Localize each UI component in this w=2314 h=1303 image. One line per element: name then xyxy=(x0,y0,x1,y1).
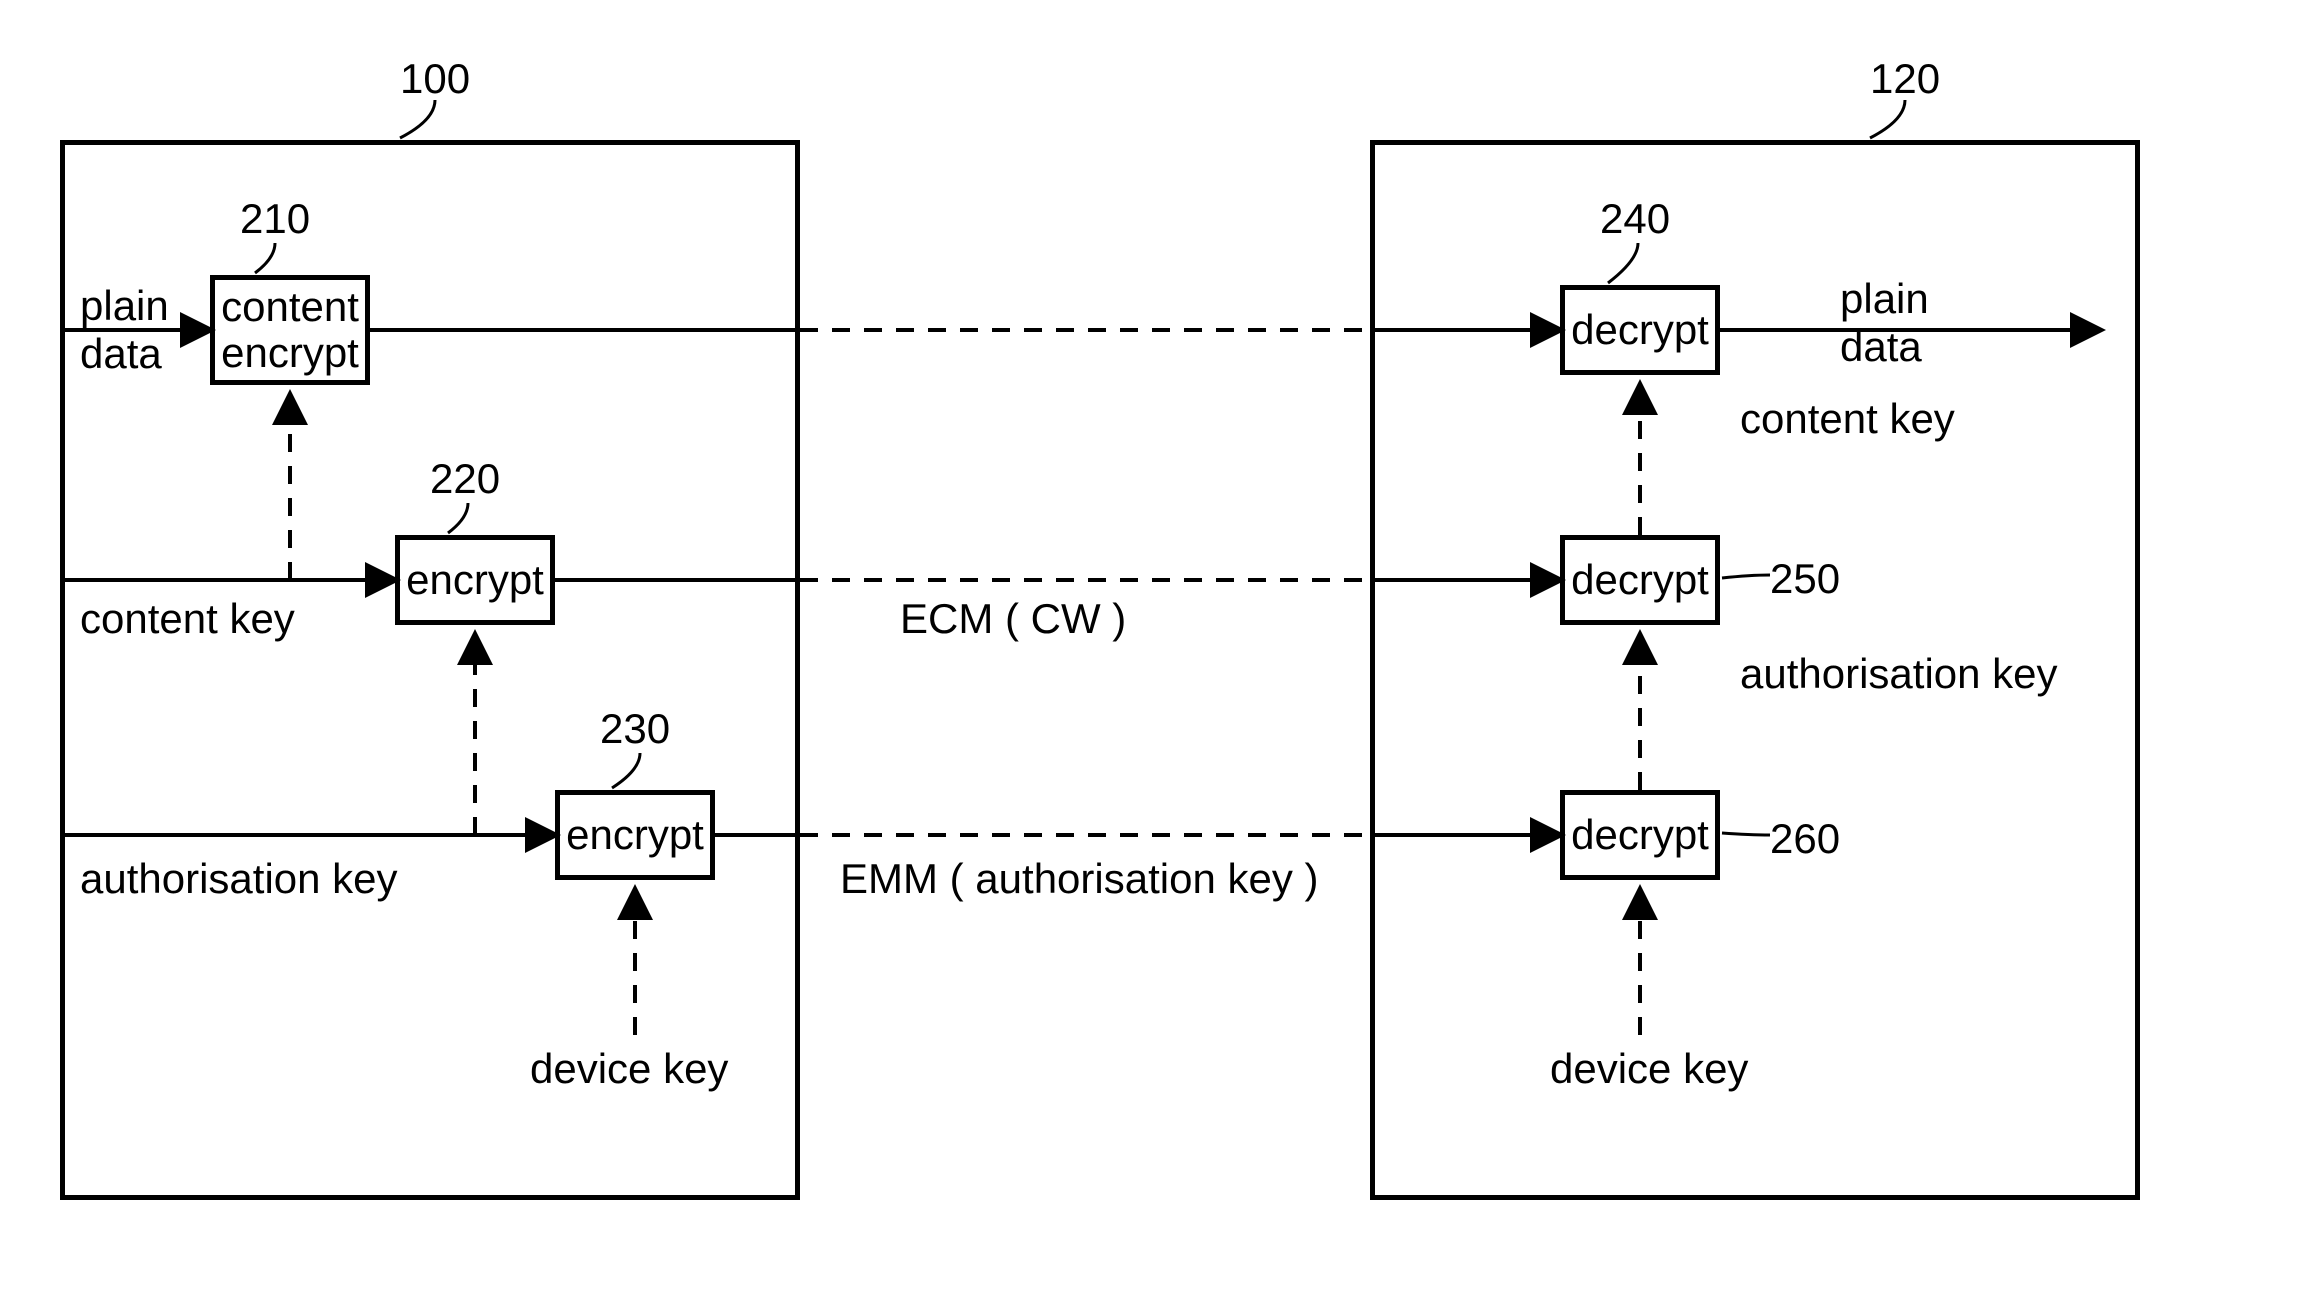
label-authorisation-key-in: authorisation key xyxy=(80,855,398,903)
label-emm-auth: EMM ( authorisation key ) xyxy=(840,855,1319,903)
label-content-key-right: content key xyxy=(1740,395,1955,443)
label-ecm-cw: ECM ( CW ) xyxy=(900,595,1126,643)
label-authorisation-key-right: authorisation key xyxy=(1740,650,2058,698)
block-220: encrypt xyxy=(395,535,555,625)
block-260: decrypt xyxy=(1560,790,1720,880)
block-230: encrypt xyxy=(555,790,715,880)
ref-210: 210 xyxy=(240,195,310,243)
block-250-label: decrypt xyxy=(1571,557,1709,603)
block-210: contentencrypt xyxy=(210,275,370,385)
block-240-label: decrypt xyxy=(1571,307,1709,353)
label-plain-data-out: plaindata xyxy=(1840,275,1929,372)
encoder-box-100 xyxy=(60,140,800,1200)
label-content-key-in: content key xyxy=(80,595,295,643)
label-plain-data-in: plaindata xyxy=(80,282,169,379)
label-device-key-right: device key xyxy=(1550,1045,1748,1093)
ref-230: 230 xyxy=(600,705,670,753)
block-240: decrypt xyxy=(1560,285,1720,375)
ref-240: 240 xyxy=(1600,195,1670,243)
block-260-label: decrypt xyxy=(1571,812,1709,858)
label-device-key-left: device key xyxy=(530,1045,728,1093)
block-220-label: encrypt xyxy=(406,557,544,603)
diagram-canvas: 100 120 contentencrypt 210 encrypt 220 e… xyxy=(0,0,2314,1303)
block-230-label: encrypt xyxy=(566,812,704,858)
block-250: decrypt xyxy=(1560,535,1720,625)
ref-250: 250 xyxy=(1770,555,1840,603)
ref-100: 100 xyxy=(400,55,470,103)
ref-220: 220 xyxy=(430,455,500,503)
ref-260: 260 xyxy=(1770,815,1840,863)
ref-120: 120 xyxy=(1870,55,1940,103)
block-210-label: contentencrypt xyxy=(221,284,359,376)
